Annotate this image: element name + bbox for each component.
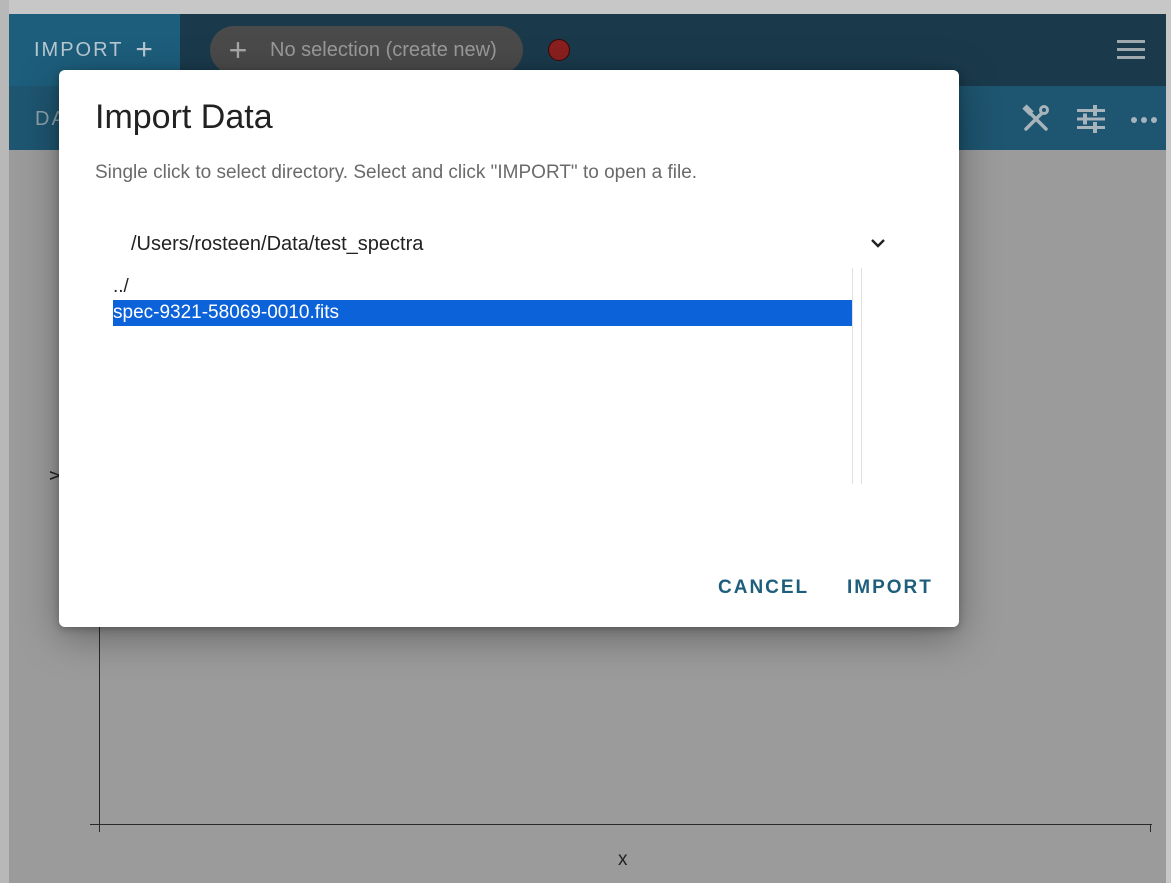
import-confirm-button[interactable]: IMPORT <box>847 577 933 599</box>
chevron-down-icon <box>871 239 885 248</box>
import-button-label: IMPORT <box>34 38 124 61</box>
file-list-item[interactable]: ../ <box>113 274 852 300</box>
window-left-edge <box>0 0 9 883</box>
file-list[interactable]: ../ spec-9321-58069-0010.fits <box>113 268 863 484</box>
x-axis-tick <box>1150 824 1151 832</box>
more-horiz-icon[interactable] <box>1128 103 1160 135</box>
hamburger-menu-icon[interactable] <box>1117 40 1145 60</box>
sliders-icon[interactable] <box>1075 103 1107 135</box>
subset-selection-dropdown[interactable]: + No selection (create new) <box>210 26 523 74</box>
x-axis-tick <box>99 824 100 832</box>
import-data-dialog: Import Data Single click to select direc… <box>59 70 959 627</box>
file-name: spec-9321-58069-0010.fits <box>113 302 340 323</box>
y-axis-line <box>99 620 100 830</box>
window-top-edge <box>0 0 1171 14</box>
app-window: IMPORT + + No selection (create new) DA <box>0 0 1171 883</box>
x-axis-label: x <box>618 849 628 870</box>
file-list-scrollbar[interactable] <box>852 268 862 484</box>
directory-path-value: /Users/rosteen/Data/test_spectra <box>131 233 424 255</box>
window-right-edge <box>1166 0 1171 883</box>
dialog-title: Import Data <box>95 98 273 136</box>
dialog-subtitle: Single click to select directory. Select… <box>95 162 698 183</box>
file-name: ../ <box>113 276 129 297</box>
x-axis-line <box>90 824 1152 825</box>
plus-icon: + <box>228 31 248 68</box>
plus-icon: + <box>135 33 155 66</box>
tools-icon[interactable] <box>1020 103 1052 135</box>
file-list-item-selected[interactable]: spec-9321-58069-0010.fits <box>113 300 852 326</box>
cancel-button[interactable]: CANCEL <box>718 577 809 599</box>
subset-selection-label: No selection (create new) <box>270 38 497 61</box>
status-indicator-icon <box>548 39 570 61</box>
directory-path-select[interactable]: /Users/rosteen/Data/test_spectra <box>131 233 885 263</box>
